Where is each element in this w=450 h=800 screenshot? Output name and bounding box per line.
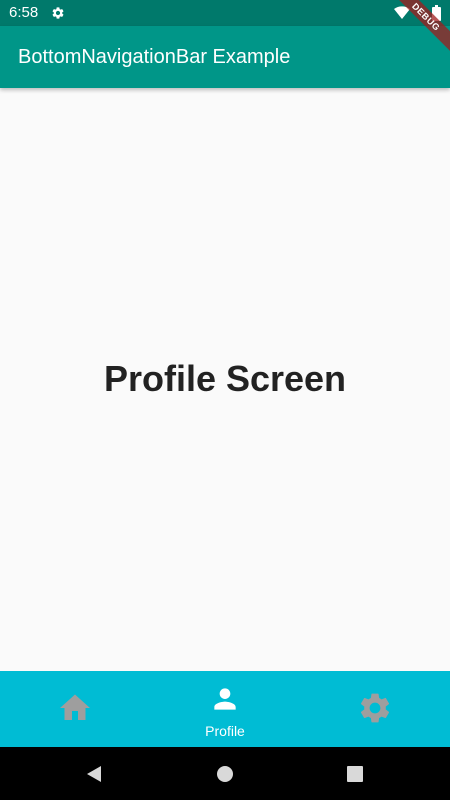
nav-item-profile-label: Profile — [205, 723, 245, 739]
main-content: Profile Screen — [0, 88, 450, 671]
status-bar: 6:58 — [0, 0, 450, 26]
page-title: Profile Screen — [103, 358, 347, 399]
app-bar: BottomNavigationBar Example — [0, 26, 450, 88]
home-circle-icon[interactable] — [216, 765, 234, 783]
app-bar-title: BottomNavigationBar Example — [18, 46, 291, 68]
system-navigation-bar — [0, 747, 450, 800]
settings-icon — [52, 7, 64, 19]
person-icon — [214, 688, 236, 710]
settings-icon — [360, 693, 390, 723]
nav-item-home[interactable] — [0, 671, 150, 747]
nav-item-profile[interactable]: Profile — [150, 671, 300, 747]
nav-item-settings[interactable] — [300, 671, 450, 747]
back-icon[interactable] — [85, 765, 103, 783]
app-screen: 6:58 BottomNavigationBar Example Profile… — [0, 0, 450, 800]
home-icon — [60, 694, 90, 720]
status-time: 6:58 — [9, 4, 39, 21]
bottom-navigation-bar: Profile — [0, 671, 450, 747]
recents-icon[interactable] — [346, 765, 364, 783]
battery-icon — [432, 5, 441, 21]
wifi-icon — [394, 6, 410, 19]
